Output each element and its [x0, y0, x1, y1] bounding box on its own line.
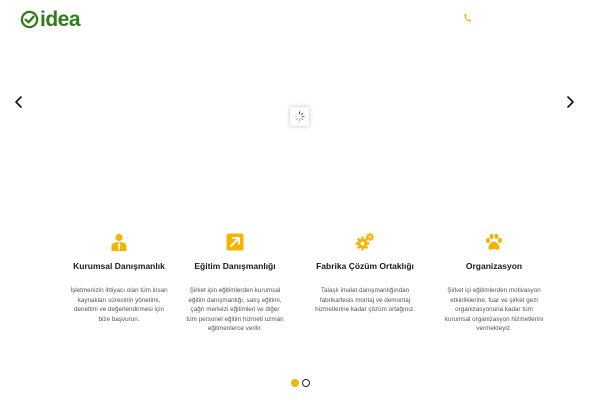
- feature-card: Organizasyon Şirket içi eğitimlerden mot…: [434, 232, 554, 334]
- logo-text: idea: [40, 7, 81, 31]
- services-section: Kurumsal Danışmanlık İşletmenizin ihtiya…: [0, 232, 600, 362]
- check-circle-icon: [20, 10, 39, 28]
- feature-card: Fabrika Çözüm Ortaklığı Talaşlı imalat d…: [305, 232, 425, 315]
- phone-icon[interactable]: [463, 13, 471, 23]
- site-header: idea: [0, 0, 600, 40]
- feature-description: Talaşlı imalat danışmanlığından fabrika/…: [315, 287, 415, 314]
- person-tie-icon: [109, 232, 129, 252]
- chevron-right-icon: [567, 96, 574, 108]
- feature-title: Kurumsal Danışmanlık: [73, 261, 165, 271]
- feature-title: Organizasyon: [465, 261, 523, 271]
- feature-description: Şirket içi eğitimlerden motivasyon etkin…: [444, 287, 544, 333]
- slider-pagination: [291, 379, 310, 387]
- slider-prev-button[interactable]: [12, 95, 26, 109]
- feature-card: Kurumsal Danışmanlık İşletmenizin ihtiya…: [59, 232, 179, 324]
- feature-description: İşletmenizin ihtiyacı olan tüm insan kay…: [70, 287, 168, 323]
- pagination-dot-2[interactable]: [302, 379, 310, 387]
- feature-description: Şirket için eğitimlerden kurumsal eğitim…: [186, 287, 284, 333]
- spinner-icon: [294, 111, 305, 122]
- feature-title: Eğitim Danışmanlığı: [194, 261, 276, 271]
- paw-icon: [484, 232, 504, 252]
- slider-loader: [290, 107, 309, 126]
- feature-title: Fabrika Çözüm Ortaklığı: [316, 261, 414, 271]
- feature-card: Eğitim Danışmanlığı Şirket için eğitimle…: [175, 232, 295, 334]
- logo[interactable]: idea: [20, 7, 81, 31]
- chevron-left-icon: [15, 96, 22, 108]
- arrow-up-right-icon: [225, 232, 245, 252]
- gears-icon: [355, 232, 375, 252]
- slider-next-button[interactable]: [563, 95, 577, 109]
- pagination-dot-1[interactable]: [291, 379, 299, 387]
- hero-slider: [0, 40, 600, 220]
